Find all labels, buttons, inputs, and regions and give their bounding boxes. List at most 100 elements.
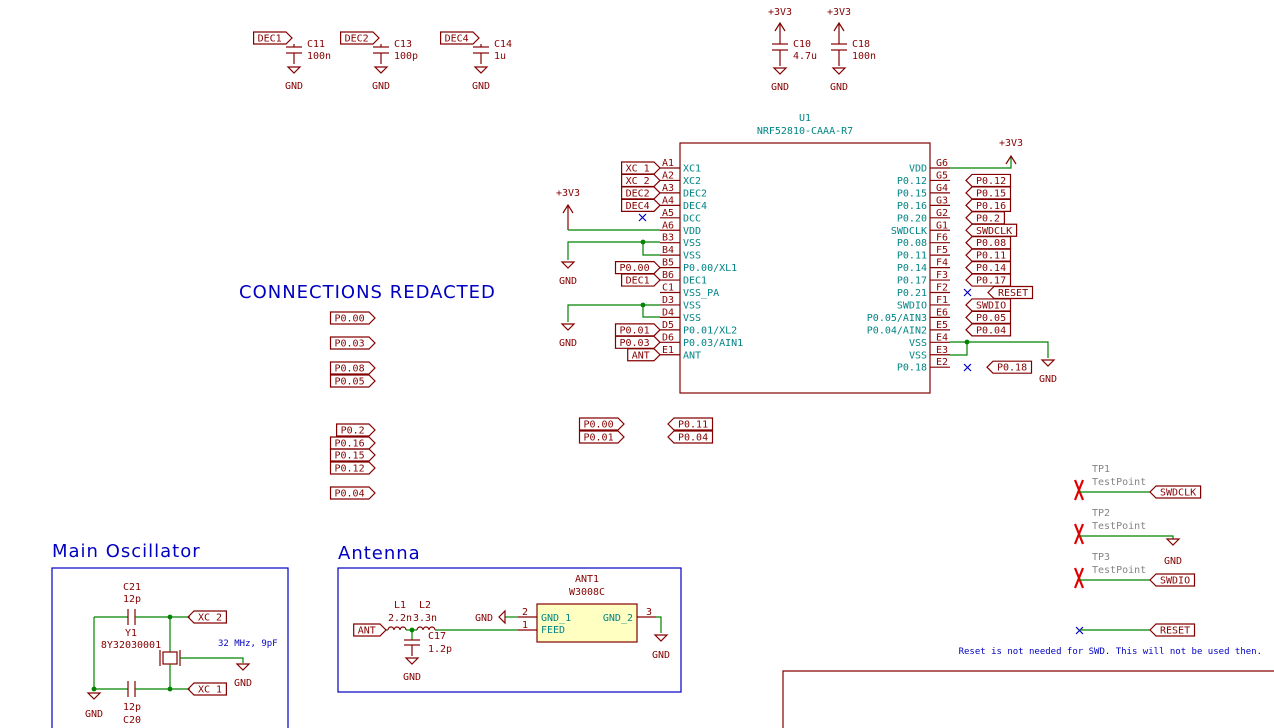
u1-left-net-label[interactable]: P0.00 [614, 261, 661, 275]
u1-pin-name: P0.08 [897, 238, 927, 249]
u1-pin-number: G4 [936, 183, 948, 194]
testpoint-net-label[interactable]: SWDIO [1149, 573, 1196, 587]
l1-ref: L1 [394, 600, 406, 611]
redacted-label[interactable]: P0.2 [336, 423, 376, 437]
net-label-text: XC_1 [198, 685, 222, 696]
u1-pin-name: VSS [683, 313, 701, 324]
redacted-label[interactable]: P0.12 [329, 461, 376, 475]
connections-redacted-title: CONNECTIONS REDACTED [239, 282, 496, 303]
u1-pin-name: P0.11 [897, 251, 927, 262]
u1-left-net-label[interactable]: DEC2 [620, 186, 661, 200]
net-label-text: P0.18 [997, 363, 1027, 374]
u1-right-net-label[interactable]: P0.2 [965, 211, 1006, 225]
u1-left-net-label[interactable]: P0.03 [614, 335, 661, 349]
u1-left-net-label[interactable]: DEC1 [620, 273, 661, 287]
ant1-num3: 3 [646, 607, 652, 618]
net-label-text: DEC2 [345, 34, 369, 45]
u1-right-net-label[interactable]: P0.04 [965, 323, 1012, 337]
redacted-label[interactable]: P0.04 [667, 430, 714, 444]
net-label-text: P0.15 [976, 188, 1006, 199]
testpoint-x-icon [1073, 523, 1085, 545]
u1-pin-name: SWDIO [897, 300, 927, 311]
u1-power-right: +3V3 [950, 138, 1023, 169]
u1-pin-number: A5 [662, 208, 674, 219]
u1-left-net-label[interactable]: XC_2 [620, 173, 661, 188]
decap-net-label-1[interactable]: DEC1 [253, 31, 293, 45]
u1-left-net-label[interactable]: DEC4 [620, 198, 661, 212]
u1-right-net-label[interactable]: P0.15 [965, 186, 1012, 200]
reset-note-group: Reset is not needed for SWD. This will n… [959, 626, 1262, 657]
ant1-num2: 2 [522, 607, 528, 618]
redacted-label[interactable]: P0.15 [329, 448, 376, 462]
u1-right-net-label[interactable]: P0.12 [965, 173, 1012, 188]
u1-pin-name: P0.14 [897, 263, 927, 274]
c17-value: 1.2p [428, 644, 452, 655]
c20-ref: C20 [123, 715, 141, 726]
c21-value: 12p [123, 594, 141, 605]
u1-pin-number: F2 [936, 283, 948, 294]
u1-right-net-label[interactable]: P0.11 [965, 248, 1012, 262]
antenna-net-label: ANT [353, 623, 387, 637]
net-label-text: P0.16 [976, 201, 1006, 212]
decap-ref: C14 [494, 39, 512, 50]
u1-pin-number: A3 [662, 183, 674, 194]
reset-net-label-text[interactable]: RESET [1149, 623, 1196, 637]
supply-cap-gnd-label: GND [830, 82, 848, 93]
u1-right-net-label[interactable]: P0.17 [965, 273, 1012, 287]
u1-part: NRF52810-CAAA-R7 [757, 126, 853, 137]
redacted-label[interactable]: P0.11 [667, 417, 714, 431]
redacted-label[interactable]: P0.16 [329, 436, 376, 450]
u1-right-net-label[interactable]: P0.18 [986, 360, 1033, 374]
u1-left-net-label[interactable]: P0.01 [614, 323, 661, 337]
title-block-frame [782, 670, 1274, 728]
u1-right-net-label[interactable]: P0.14 [965, 261, 1012, 275]
u1-symbol[interactable]: U1 NRF52810-CAAA-R7 [679, 113, 931, 394]
net-label-text: P0.16 [335, 439, 365, 450]
u1-left-net-label[interactable]: ANT [627, 348, 661, 362]
redacted-label[interactable]: P0.03 [329, 336, 376, 350]
osc-net-label-xc2[interactable]: XC_2 [187, 610, 227, 624]
u1-right-net-label[interactable]: P0.16 [965, 198, 1012, 212]
testpoint-gnd-label: GND [1164, 556, 1182, 567]
testpoint-1[interactable]: TP1 TestPoint SWDCLK [1073, 464, 1202, 501]
u1-pin-name: ANT [683, 350, 701, 361]
supply-caps: +3V3 C104.7u GND +3V3 C18100n GND [768, 7, 876, 93]
testpoint-net-label[interactable]: SWDCLK [1149, 485, 1202, 499]
oscillator-net-labels: XC_2 XC_1 [187, 610, 227, 696]
redacted-label[interactable]: P0.01 [578, 430, 625, 444]
decap-net-label-3[interactable]: DEC4 [440, 31, 480, 45]
u1-pin-number: F3 [936, 270, 948, 281]
net-label-text: DEC2 [626, 188, 650, 199]
u1-pin-name: VSS_PA [683, 288, 719, 299]
net-label-text: P0.08 [976, 238, 1006, 249]
decap-value: 100p [394, 51, 418, 62]
antenna-net-label-ant[interactable]: ANT [353, 623, 387, 637]
supply-cap-power: +3V3 [827, 7, 851, 18]
u1-pin-number: D6 [662, 332, 674, 343]
u1-left-net-label[interactable]: XC_1 [620, 161, 661, 175]
redacted-label[interactable]: P0.08 [329, 361, 376, 375]
redacted-label[interactable]: P0.05 [329, 374, 376, 388]
u1-pin-name: P0.05/AIN3 [867, 313, 927, 324]
u1-pin-name: DEC1 [683, 276, 707, 287]
redacted-label[interactable]: P0.00 [329, 311, 376, 325]
supply-cap-value: 100n [852, 51, 876, 62]
u1-right-net-label[interactable]: SWDIO [965, 298, 1012, 312]
u1-pin-name: P0.15 [897, 188, 927, 199]
u1-right-net-label[interactable]: RESET [987, 285, 1034, 300]
testpoint-ref: TP1 [1092, 464, 1110, 475]
u1-right-net-label[interactable]: SWDCLK [965, 223, 1018, 237]
redacted-label[interactable]: P0.04 [329, 486, 376, 500]
ant1-num1: 1 [522, 620, 528, 631]
u1-pin-name: SWDCLK [891, 226, 927, 237]
net-label-text: P0.2 [976, 213, 1000, 224]
u1-pin-number: G6 [936, 158, 948, 169]
u1-right-net-label[interactable]: P0.05 [965, 310, 1012, 324]
redacted-label[interactable]: P0.00 [578, 417, 625, 431]
u1-right-net-label[interactable]: P0.08 [965, 236, 1012, 250]
decap-net-label-2[interactable]: DEC2 [340, 31, 380, 45]
net-label-text: P0.11 [678, 420, 708, 431]
y1-part: 8Y32030001 [101, 640, 161, 651]
ant-gnd-feed: GND [475, 613, 493, 624]
osc-net-label-xc1[interactable]: XC_1 [187, 682, 227, 696]
